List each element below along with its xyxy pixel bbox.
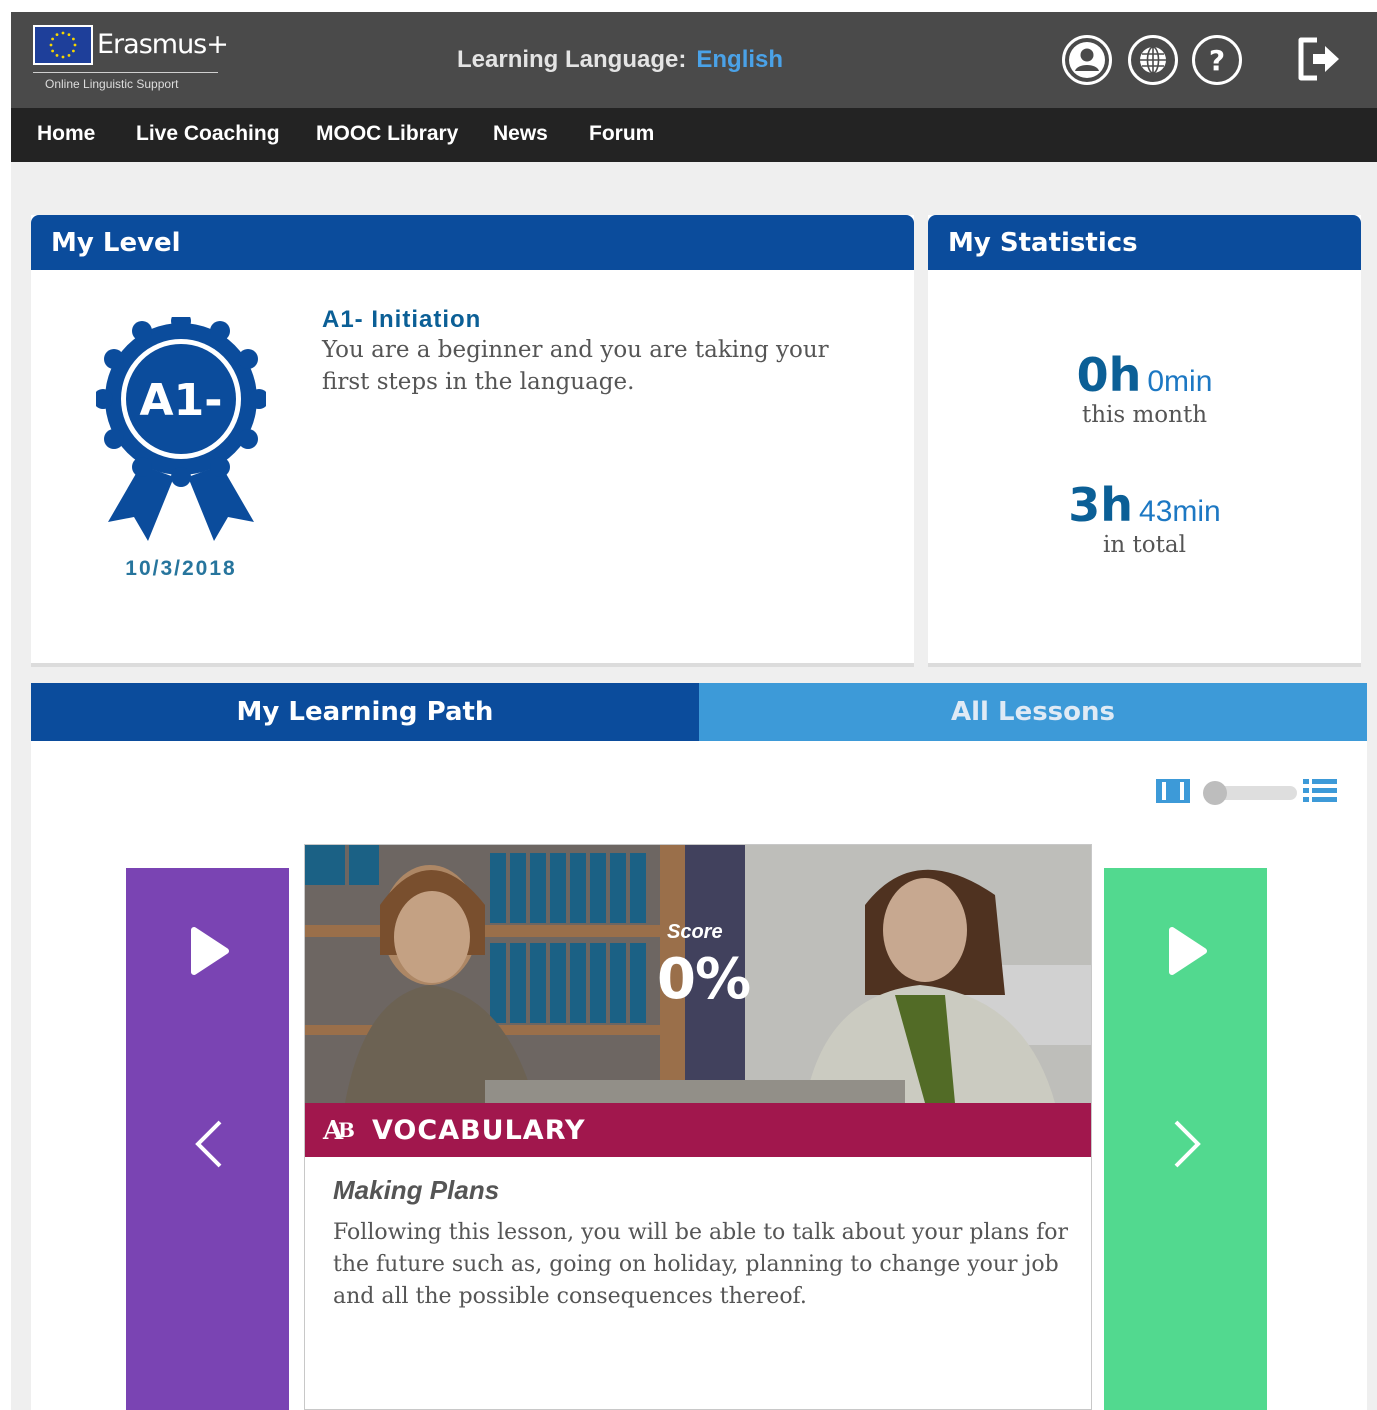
- my-level-card: My Level A1- 10/3/2018 A1- Initiation Yo…: [31, 215, 914, 667]
- play-icon[interactable]: [188, 926, 230, 976]
- level-date: 10/3/2018: [125, 557, 237, 580]
- next-lesson-card[interactable]: [1104, 868, 1267, 1410]
- tab-my-learning-path[interactable]: My Learning Path: [31, 683, 699, 741]
- stat-this-month: 0h 0min this month: [928, 348, 1361, 428]
- nav-forum[interactable]: Forum: [589, 122, 654, 146]
- score-value: 0%: [657, 947, 751, 1012]
- help-icon[interactable]: ?: [1192, 35, 1242, 85]
- stat-month-hours: 0h: [1076, 348, 1142, 402]
- learning-language: Learning Language: English: [457, 46, 783, 74]
- my-statistics-title: My Statistics: [948, 228, 1138, 258]
- lesson-description: Following this lesson, you will be able …: [333, 1220, 1069, 1309]
- stat-total: 3h 43min in total: [928, 478, 1361, 558]
- stat-total-hours: 3h: [1068, 478, 1134, 532]
- eu-flag-icon: [33, 25, 93, 65]
- main-nav: Home Live Coaching MOOC Library News For…: [11, 108, 1377, 162]
- my-statistics-header: My Statistics: [928, 215, 1361, 270]
- view-toggle-switch[interactable]: [1201, 780, 1301, 806]
- top-bar: Erasmus+ Online Linguistic Support Learn…: [11, 12, 1377, 108]
- previous-lesson-card[interactable]: [126, 868, 289, 1410]
- nav-live-coaching[interactable]: Live Coaching: [136, 122, 280, 146]
- stat-month-minutes: 0min: [1147, 365, 1213, 398]
- lesson-card[interactable]: Score 0% A B VOCABULARY Making Plans Fol…: [304, 844, 1092, 1410]
- learning-language-value[interactable]: English: [696, 46, 783, 73]
- my-level-title: My Level: [51, 228, 181, 258]
- nav-news[interactable]: News: [493, 122, 548, 146]
- chevron-right-icon[interactable]: [1170, 1118, 1204, 1170]
- stat-month-label: this month: [1081, 402, 1208, 428]
- score-label: Score: [667, 921, 723, 943]
- chevron-left-icon[interactable]: [192, 1118, 226, 1170]
- logo-divider: [33, 72, 218, 73]
- nav-mooc-library[interactable]: MOOC Library: [316, 122, 458, 146]
- lesson-photo: Score 0%: [305, 845, 1091, 1103]
- brand-name: Erasmus+: [97, 29, 229, 60]
- level-badge-text: A1-: [140, 375, 223, 426]
- logout-icon[interactable]: [1295, 34, 1343, 84]
- lesson-type-label: VOCABULARY: [372, 1115, 586, 1146]
- play-icon[interactable]: [1166, 926, 1208, 976]
- svg-text:B: B: [338, 1118, 355, 1142]
- globe-icon[interactable]: [1128, 35, 1178, 85]
- level-badge-icon: A1-: [96, 317, 266, 541]
- grid-view-icon[interactable]: [1156, 779, 1190, 803]
- learning-tabs: My Learning Path All Lessons: [31, 683, 1367, 741]
- my-level-header: My Level: [31, 215, 914, 270]
- lesson-title: Making Plans: [333, 1175, 500, 1205]
- user-icon[interactable]: [1062, 35, 1112, 85]
- page-frame: Erasmus+ Online Linguistic Support Learn…: [11, 12, 1377, 1410]
- brand-subtitle: Online Linguistic Support: [45, 77, 179, 91]
- vocabulary-icon: A B: [322, 1116, 355, 1146]
- stat-total-minutes: 43min: [1139, 495, 1221, 528]
- my-statistics-card: My Statistics 0h 0min this month 3h 43min …: [928, 215, 1361, 667]
- stat-total-label: in total: [1103, 532, 1186, 558]
- erasmus-logo[interactable]: Erasmus+ Online Linguistic Support: [33, 25, 229, 95]
- tab-all-lessons[interactable]: All Lessons: [699, 683, 1367, 741]
- svg-text:?: ?: [1209, 44, 1225, 77]
- learning-language-label: Learning Language:: [457, 46, 687, 73]
- nav-home[interactable]: Home: [37, 122, 95, 146]
- list-view-icon[interactable]: [1303, 779, 1337, 803]
- level-name: A1- Initiation: [322, 306, 482, 333]
- level-description: You are a beginner and you are taking yo…: [322, 337, 829, 395]
- lesson-type-bar: A B VOCABULARY: [305, 1103, 1091, 1157]
